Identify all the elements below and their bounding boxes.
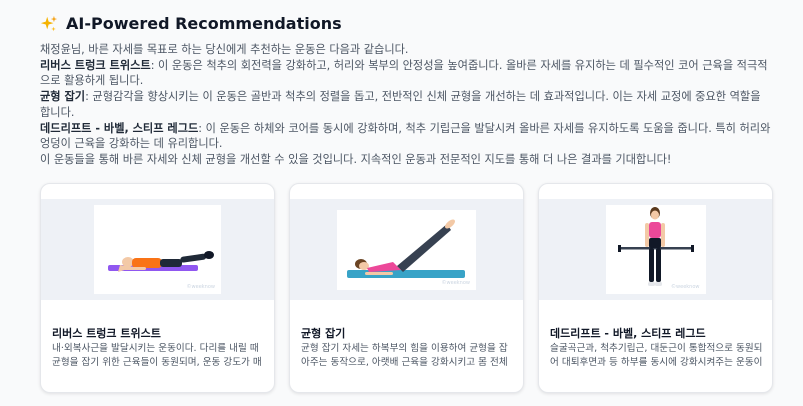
exercise-illustration bbox=[347, 219, 465, 278]
exercise-card[interactable]: ©weeknow 데드리프트 - 바벨, 스티프 레그드 슬굴곡근과, 척추기립… bbox=[538, 183, 773, 393]
closing-text: 이 운동들을 통해 바른 자세와 신체 균형을 개선할 수 있을 것입니다. 지… bbox=[40, 152, 672, 166]
card-title: 리버스 트렁크 트위스트 bbox=[52, 327, 161, 340]
rec-name: 데드리프트 - 바벨, 스티프 레그드 bbox=[40, 121, 199, 135]
leg-raise-illustration: ©weeknow bbox=[337, 209, 476, 290]
exercise-card[interactable]: ©weeknow 균형 잡기 균형 잡기 자세는 하복부의 힘을 이용하여 균형… bbox=[289, 183, 524, 393]
card-title: 데드리프트 - 바벨, 스티프 레그드 bbox=[550, 327, 706, 340]
recommendation-text: 채정윤님, 바른 자세를 목표로 하는 당신에게 추천하는 운동은 다음과 같습… bbox=[40, 42, 772, 168]
page-title: AI-Powered Recommendations bbox=[66, 14, 342, 33]
sparkles-icon bbox=[40, 15, 58, 31]
rec-name: 리버스 트렁크 트위스트 bbox=[40, 58, 151, 72]
exercise-illustration bbox=[108, 251, 214, 272]
standing-barbell-illustration: ©weeknow bbox=[605, 205, 706, 294]
exercise-card[interactable]: ©weeknow 리버스 트렁크 트위스트 내·외복사근을 발달시키는 운동이다… bbox=[40, 183, 275, 393]
header: AI-Powered Recommendations bbox=[40, 14, 342, 33]
intro-text: 채정윤님, 바른 자세를 목표로 하는 당신에게 추천하는 운동은 다음과 같습… bbox=[40, 43, 409, 56]
card-title: 균형 잡기 bbox=[301, 327, 346, 340]
image-watermark: ©weeknow bbox=[441, 279, 470, 286]
rec-item: 균형 잡기: 균형감각을 향상시키는 이 운동은 골반과 척추의 정렬을 돕고,… bbox=[40, 89, 772, 120]
recommendations-page: AI-Powered Recommendations 채정윤님, 바른 자세를 … bbox=[0, 0, 803, 406]
card-description: 내·외복사근을 발달시키는 운동이다. 다리를 내릴 때 균형을 잡기 위한 근… bbox=[52, 343, 262, 368]
card-image-area: ©weeknow bbox=[290, 199, 523, 300]
card-image-area: ©weeknow bbox=[41, 199, 274, 300]
card-image-area: ©weeknow bbox=[539, 199, 772, 300]
rec-item: 리버스 트렁크 트위스트: 이 운동은 척추의 회전력을 강화하고, 허리와 복… bbox=[40, 58, 772, 89]
rec-name: 균형 잡기 bbox=[40, 90, 86, 104]
image-watermark: ©weeknow bbox=[671, 284, 700, 290]
image-watermark: ©weeknow bbox=[186, 284, 215, 290]
rec-desc: : 균형감각을 향상시키는 이 운동은 골반과 척추의 정렬을 돕고, 전반적인… bbox=[40, 90, 761, 119]
card-description: 균형 잡기 자세는 하복부의 힘을 이용하여 균형을 잡아주는 동작으로, 아랫… bbox=[301, 343, 508, 368]
exercise-illustration bbox=[617, 207, 694, 286]
rec-item: 데드리프트 - 바벨, 스티프 레그드: 이 운동은 하체와 코어를 동시에 강… bbox=[40, 121, 772, 152]
card-description: 슬굴곡근과, 척추기립근, 대둔근이 통합적으로 동원되어 대퇴후면과 등 하부… bbox=[550, 343, 763, 368]
lying-leg-twist-illustration: ©weeknow bbox=[94, 205, 221, 294]
